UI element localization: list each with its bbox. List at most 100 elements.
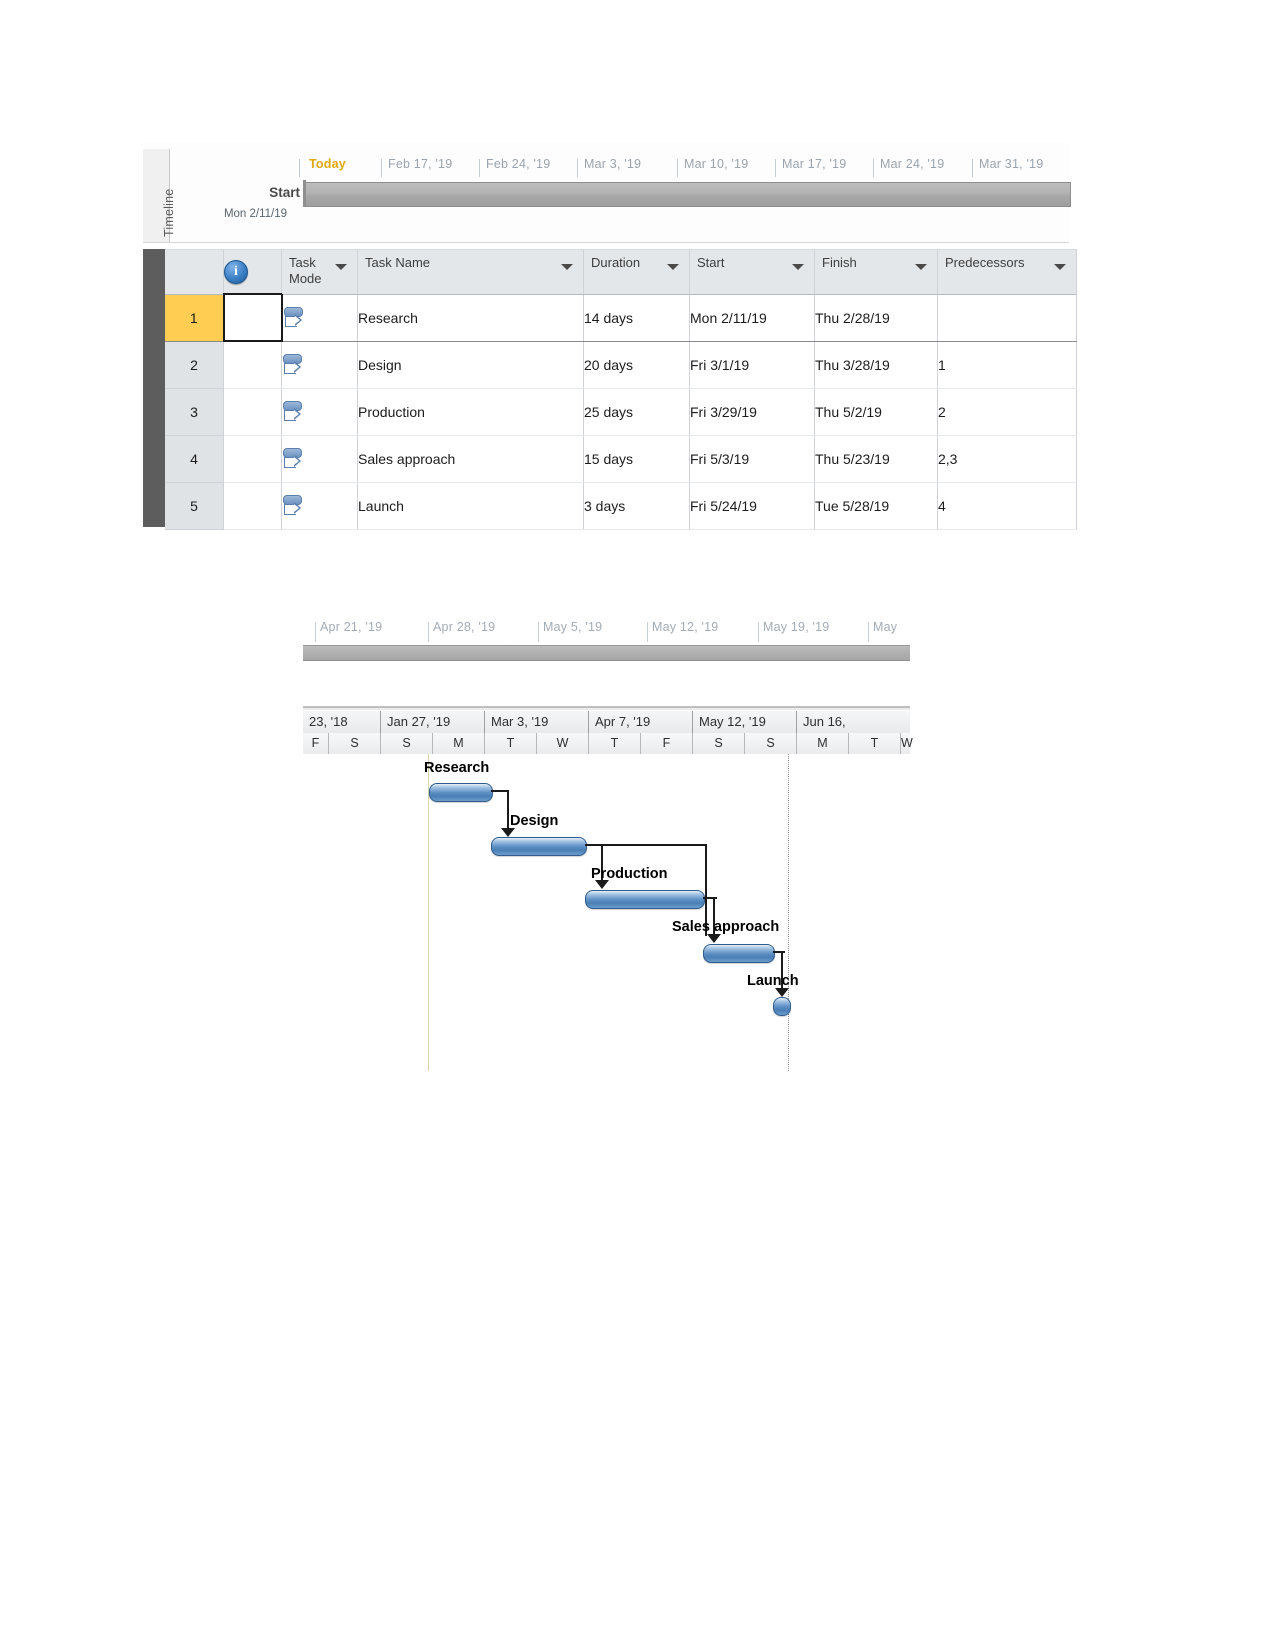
row-finish[interactable]: Thu 2/28/19: [814, 294, 938, 342]
row-finish[interactable]: Thu 5/2/19: [814, 388, 938, 436]
row-predecessors[interactable]: [937, 294, 1077, 342]
gantt-day-0[interactable]: F: [303, 733, 329, 754]
gantt-bar-design[interactable]: [491, 837, 587, 856]
gantt-day-8[interactable]: S: [693, 733, 745, 754]
gantt-day-2[interactable]: S: [381, 733, 433, 754]
row-task-mode-cell[interactable]: [281, 341, 358, 389]
row-predecessors[interactable]: 4: [937, 482, 1077, 530]
gantt-month-2[interactable]: Mar 3, '19: [485, 711, 589, 733]
auto-scheduled-icon: [282, 400, 304, 423]
gantt-day-12[interactable]: W: [901, 733, 913, 754]
row-duration[interactable]: 15 days: [583, 435, 690, 483]
gantt-day-3[interactable]: M: [433, 733, 485, 754]
table-row[interactable]: 2 Design 20 days Fri 3/1/19 Thu 3/28/19 …: [165, 341, 1077, 389]
row-task-name[interactable]: Research: [357, 294, 584, 342]
gantt-month-1[interactable]: Jan 27, '19: [381, 711, 485, 733]
gantt-link-arrow-sales: [707, 934, 721, 943]
auto-scheduled-icon: [282, 353, 304, 376]
column-header-indicators[interactable]: i: [223, 249, 282, 295]
row-duration[interactable]: 20 days: [583, 341, 690, 389]
row-id[interactable]: 3: [165, 388, 224, 436]
column-header-id[interactable]: [165, 249, 224, 295]
row-id[interactable]: 5: [165, 482, 224, 530]
column-header-task-name-label: Task Name: [365, 255, 431, 270]
row-start[interactable]: Mon 2/11/19: [689, 294, 815, 342]
gantt-bar-research[interactable]: [429, 783, 493, 802]
gantt-day-4[interactable]: T: [485, 733, 537, 754]
gantt-day-6[interactable]: T: [589, 733, 641, 754]
gantt-bar-sales-approach[interactable]: [703, 944, 775, 963]
row-task-mode-cell[interactable]: [281, 294, 358, 342]
row-duration[interactable]: 25 days: [583, 388, 690, 436]
info-icon: i: [224, 259, 248, 284]
row-id[interactable]: 2: [165, 341, 224, 389]
column-header-task-name[interactable]: Task Name: [357, 249, 584, 295]
row-predecessors[interactable]: 1: [937, 341, 1077, 389]
task-sheet: i Task Mode Task Name Duration Start Fin…: [165, 249, 1077, 530]
gantt-bar-launch[interactable]: [773, 997, 791, 1016]
row-start[interactable]: Fri 3/29/19: [689, 388, 815, 436]
column-header-task-mode[interactable]: Task Mode: [281, 249, 358, 295]
gantt-month-3[interactable]: Apr 7, '19: [589, 711, 693, 733]
chevron-down-icon-task-name[interactable]: [561, 264, 573, 270]
gantt-bar-production[interactable]: [585, 890, 705, 909]
gantt-day-10[interactable]: M: [797, 733, 849, 754]
row-task-name[interactable]: Production: [357, 388, 584, 436]
gantt-day-1[interactable]: S: [329, 733, 381, 754]
row-task-mode-cell[interactable]: [281, 388, 358, 436]
gantt-month-5[interactable]: Jun 16,: [797, 711, 910, 733]
gantt-day-11[interactable]: T: [849, 733, 901, 754]
row-task-mode-cell[interactable]: [281, 482, 358, 530]
row-start[interactable]: Fri 3/1/19: [689, 341, 815, 389]
row-task-name[interactable]: Design: [357, 341, 584, 389]
row-duration[interactable]: 14 days: [583, 294, 690, 342]
row-task-name[interactable]: Sales approach: [357, 435, 584, 483]
row-task-mode-cell[interactable]: [281, 435, 358, 483]
row-id[interactable]: 4: [165, 435, 224, 483]
column-header-duration[interactable]: Duration: [583, 249, 690, 295]
gantt-day-7[interactable]: F: [641, 733, 693, 754]
row-duration[interactable]: 3 days: [583, 482, 690, 530]
gantt-bar-label-design: Design: [510, 813, 559, 829]
row-indicator-cell[interactable]: [223, 435, 282, 483]
row-predecessors[interactable]: 2: [937, 388, 1077, 436]
row-indicator-cell[interactable]: [223, 388, 282, 436]
row-start[interactable]: Fri 5/3/19: [689, 435, 815, 483]
table-row[interactable]: 3 Production 25 days Fri 3/29/19 Thu 5/2…: [165, 388, 1077, 436]
chevron-down-icon-predecessors[interactable]: [1054, 264, 1066, 270]
gantt-plot-area[interactable]: Research Design Production Sales approac…: [303, 754, 910, 1071]
timeline2-span-bar[interactable]: [303, 645, 910, 661]
gantt-month-0[interactable]: 23, '18: [303, 711, 381, 733]
column-header-start[interactable]: Start: [689, 249, 815, 295]
row-finish[interactable]: Thu 3/28/19: [814, 341, 938, 389]
row-indicator-cell[interactable]: [222, 293, 283, 342]
row-id[interactable]: 1: [165, 294, 224, 342]
row-task-name[interactable]: Launch: [357, 482, 584, 530]
gantt-month-4[interactable]: May 12, '19: [693, 711, 797, 733]
table-row[interactable]: 4 Sales approach 15 days Fri 5/3/19 Thu …: [165, 435, 1077, 483]
chevron-down-icon-start[interactable]: [792, 264, 804, 270]
table-row[interactable]: 1 Research 14 days Mon 2/11/19 Thu 2/28/…: [165, 293, 1077, 342]
timeline-tick-4: Mar 17, '19: [782, 157, 847, 171]
row-indicator-cell[interactable]: [223, 341, 282, 389]
chevron-down-icon-finish[interactable]: [915, 264, 927, 270]
timeline-span-bar[interactable]: [305, 182, 1071, 207]
column-header-start-label: Start: [697, 255, 725, 270]
gantt-day-5[interactable]: W: [537, 733, 589, 754]
row-finish[interactable]: Thu 5/23/19: [814, 435, 938, 483]
column-header-predecessors-label: Predecessors: [945, 255, 1025, 270]
auto-scheduled-icon: [282, 447, 304, 470]
column-header-finish[interactable]: Finish: [814, 249, 938, 295]
gantt-link-sales-launch-h: [773, 951, 785, 953]
table-row[interactable]: 5 Launch 3 days Fri 5/24/19 Tue 5/28/19 …: [165, 482, 1077, 530]
row-finish[interactable]: Tue 5/28/19: [814, 482, 938, 530]
row-predecessors[interactable]: 2,3: [937, 435, 1077, 483]
row-start[interactable]: Fri 5/24/19: [689, 482, 815, 530]
row-indicator-cell[interactable]: [223, 482, 282, 530]
chevron-down-icon-duration[interactable]: [667, 264, 679, 270]
timeline-view-label[interactable]: Timeline: [143, 149, 176, 243]
column-header-predecessors[interactable]: Predecessors: [937, 249, 1077, 295]
timeline-tick-2: Mar 3, '19: [584, 157, 642, 171]
gantt-day-9[interactable]: S: [745, 733, 797, 754]
chevron-down-icon-task-mode[interactable]: [335, 264, 347, 270]
